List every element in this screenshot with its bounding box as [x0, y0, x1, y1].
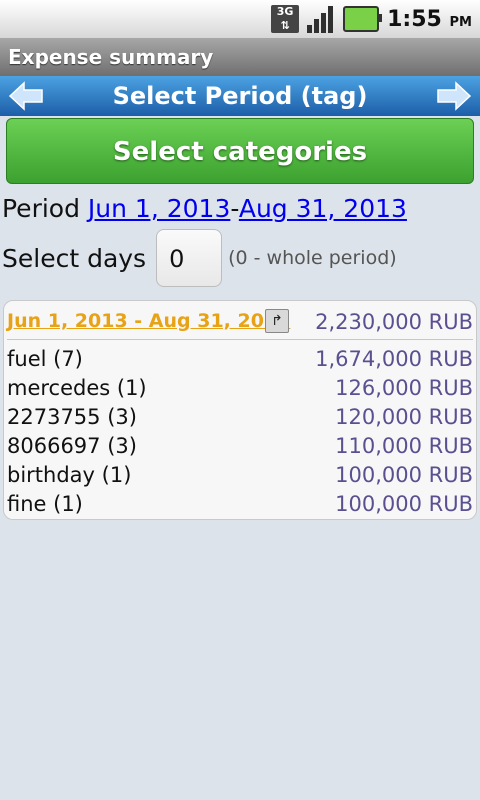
- signal-icon: [307, 5, 335, 33]
- row-name: 2273755 (3): [7, 404, 137, 429]
- network-3g-icon: 3G ⇅: [271, 5, 300, 33]
- row-name: fine (1): [7, 491, 83, 516]
- period-nav-label[interactable]: Select Period (tag): [113, 82, 368, 110]
- days-input[interactable]: 0: [156, 229, 223, 287]
- period-start-link[interactable]: Jun 1, 2013: [88, 194, 230, 223]
- row-amount: 100,000 RUB: [335, 491, 473, 516]
- app-title: Expense summary: [0, 38, 480, 76]
- clock-ampm: PM: [449, 14, 472, 30]
- list-item[interactable]: 8066697 (3) 110,000 RUB: [7, 431, 473, 460]
- summary-range-link[interactable]: Jun 1, 2013 - Aug 31, 2013: [7, 310, 290, 332]
- days-label: Select days: [2, 243, 147, 273]
- list-item[interactable]: birthday (1) 100,000 RUB: [7, 460, 473, 489]
- period-end-link[interactable]: Aug 31, 2013: [239, 194, 407, 223]
- summary-total: 2,230,000 RUB: [315, 310, 473, 334]
- row-name: mercedes (1): [7, 375, 147, 400]
- list-item[interactable]: 2273755 (3) 120,000 RUB: [7, 402, 473, 431]
- row-name: fuel (7): [7, 346, 83, 371]
- days-hint: (0 - whole period): [228, 247, 397, 269]
- previous-period-arrow-icon[interactable]: [8, 81, 44, 111]
- row-name: birthday (1): [7, 462, 132, 487]
- row-amount: 110,000 RUB: [335, 433, 473, 458]
- clock: 1:55 PM: [387, 7, 472, 32]
- next-period-arrow-icon[interactable]: [436, 81, 472, 111]
- list-item[interactable]: mercedes (1) 126,000 RUB: [7, 373, 473, 402]
- battery-icon: [343, 6, 383, 32]
- row-amount: 126,000 RUB: [335, 375, 473, 400]
- row-name: 8066697 (3): [7, 433, 137, 458]
- status-bar: 3G ⇅ 1:55 PM: [0, 0, 480, 39]
- list-item[interactable]: fine (1) 100,000 RUB: [7, 489, 473, 518]
- period-separator: -: [230, 194, 239, 223]
- summary-card: Jun 1, 2013 - Aug 31, 2013 ↱ 2,230,000 R…: [3, 300, 477, 520]
- summary-header: Jun 1, 2013 - Aug 31, 2013 ↱ 2,230,000 R…: [7, 307, 473, 340]
- select-categories-button[interactable]: Select categories: [6, 118, 474, 184]
- clock-time: 1:55: [387, 6, 442, 32]
- status-icons: 3G ⇅ 1:55 PM: [271, 4, 472, 34]
- row-amount: 100,000 RUB: [335, 462, 473, 487]
- row-amount: 120,000 RUB: [335, 404, 473, 429]
- period-row: Period Jun 1, 2013-Aug 31, 2013: [2, 194, 407, 223]
- period-label: Period: [2, 194, 80, 223]
- period-nav-bar: Select Period (tag): [0, 76, 480, 116]
- list-item[interactable]: fuel (7) 1,674,000 RUB: [7, 344, 473, 373]
- network-label: 3G: [276, 5, 294, 18]
- open-link-icon[interactable]: ↱: [265, 309, 289, 333]
- row-amount: 1,674,000 RUB: [315, 346, 473, 371]
- summary-rows: fuel (7) 1,674,000 RUB mercedes (1) 126,00…: [7, 344, 473, 518]
- days-row: Select days 0 (0 - whole period): [2, 228, 397, 288]
